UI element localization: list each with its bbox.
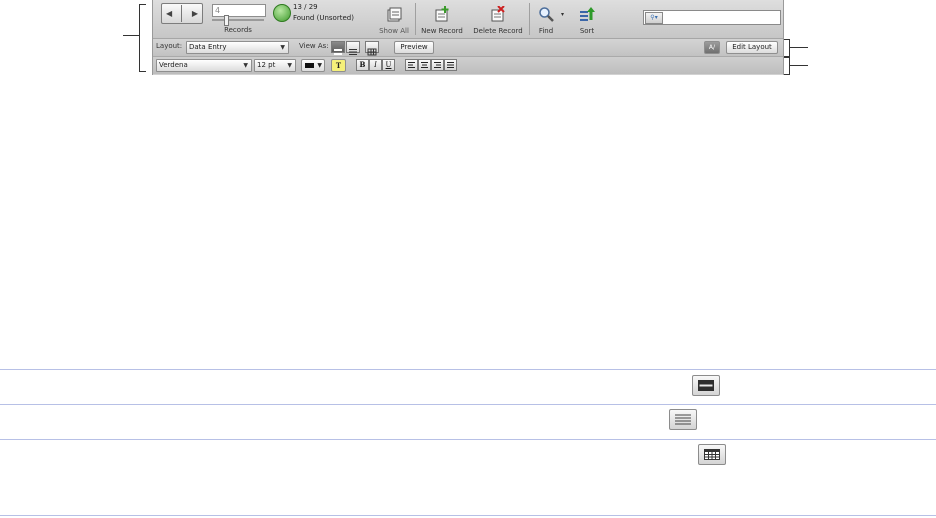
font-dropdown[interactable]: Verdena ▼: [156, 59, 252, 72]
quick-find-field[interactable]: ⚲▾: [643, 10, 781, 25]
sort-button[interactable]: Sort: [575, 4, 599, 36]
callout-line-formatting-bar: [790, 65, 808, 66]
view-as-list-button[interactable]: [346, 41, 360, 55]
align-center-button[interactable]: [418, 59, 431, 71]
sort-icon: [580, 7, 595, 21]
callout-line-left: [123, 35, 139, 36]
highlight-color-button[interactable]: T: [331, 59, 346, 72]
text-color-swatch: [305, 63, 314, 68]
table-rule: [0, 404, 936, 405]
text-ruler-icon[interactable]: A/: [704, 41, 720, 54]
sort-label: Sort: [579, 27, 595, 35]
chevron-down-icon: ▼: [243, 62, 248, 69]
view-as-table-button[interactable]: [365, 41, 379, 56]
show-all-button[interactable]: Show All: [379, 4, 409, 36]
callout-bracket-left: [139, 4, 146, 72]
new-record-label: New Record: [421, 27, 463, 35]
table-view-icon: [367, 48, 377, 56]
found-count: 13 / 29: [293, 3, 318, 11]
new-record-button[interactable]: New Record: [419, 4, 465, 36]
layout-selected-value: Data Entry: [189, 43, 227, 51]
toolbar-separator: [415, 3, 416, 35]
quick-find-search-icon[interactable]: ⚲▾: [645, 12, 663, 24]
magnifier-icon: [539, 7, 554, 22]
text-color-picker[interactable]: ▼: [301, 59, 325, 72]
form-view-icon: [692, 375, 720, 396]
font-size-value: 12 pt: [257, 61, 276, 69]
align-left-button[interactable]: [405, 59, 418, 71]
filemaker-toolbar: ◀ ▶ 4 Records 13 / 29 Found (Unsorted) S…: [152, 0, 784, 75]
underline-button[interactable]: U: [382, 59, 395, 71]
current-record-field[interactable]: 4: [212, 4, 266, 17]
italic-button[interactable]: I: [369, 59, 382, 71]
table-rule: [0, 369, 936, 370]
find-button[interactable]: Find: [535, 4, 557, 36]
preview-button[interactable]: Preview: [394, 41, 434, 54]
align-center-icon: [421, 62, 428, 68]
chevron-down-icon: ▼: [287, 62, 292, 69]
show-all-label: Show All: [379, 27, 409, 35]
delete-record-button[interactable]: Delete Record: [471, 4, 525, 36]
delete-record-icon: [491, 6, 505, 22]
status-toolbar: ◀ ▶ 4 Records 13 / 29 Found (Unsorted) S…: [153, 0, 783, 39]
show-all-icon: [387, 7, 402, 22]
table-view-icon: [698, 444, 726, 465]
layout-dropdown[interactable]: Data Entry ▼: [186, 41, 289, 54]
align-justify-icon: [447, 62, 454, 68]
callout-bracket-formatting-bar: [784, 57, 790, 75]
chevron-down-icon: ▼: [317, 62, 322, 69]
align-justify-button[interactable]: [444, 59, 457, 71]
found-set-pie-icon: [273, 4, 291, 22]
align-right-button[interactable]: [431, 59, 444, 71]
found-status: Found (Unsorted): [293, 14, 354, 22]
edit-layout-button[interactable]: Edit Layout: [726, 41, 778, 54]
layout-bar: Layout: Data Entry ▼ View As: Preview A/…: [153, 39, 783, 57]
align-right-icon: [434, 62, 441, 68]
font-size-dropdown[interactable]: 12 pt ▼: [254, 59, 296, 72]
callout-line-layout-bar: [790, 47, 808, 48]
layout-label: Layout:: [156, 42, 183, 50]
font-value: Verdena: [159, 61, 188, 69]
book-spine: [181, 5, 182, 22]
callout-bracket-layout-bar: [784, 39, 790, 57]
formatting-bar: Verdena ▼ 12 pt ▼ ▼ T B I U: [153, 57, 783, 74]
view-as-form-button[interactable]: [331, 41, 345, 55]
list-view-icon: [669, 409, 697, 430]
toolbar-separator: [529, 3, 530, 35]
list-view-icon: [349, 49, 357, 55]
align-left-icon: [408, 62, 415, 68]
book-navigator[interactable]: ◀ ▶: [161, 3, 203, 24]
find-label: Find: [538, 27, 554, 35]
record-slider-handle[interactable]: [224, 15, 229, 26]
view-as-label: View As:: [299, 42, 329, 50]
record-slider[interactable]: [212, 19, 264, 21]
chevron-down-icon: ▼: [280, 44, 285, 51]
bold-button[interactable]: B: [356, 59, 369, 71]
find-menu-chevron-icon[interactable]: ▾: [561, 11, 564, 18]
previous-record-icon[interactable]: ◀: [166, 4, 172, 23]
delete-record-label: Delete Record: [473, 27, 523, 35]
form-view-icon: [334, 49, 342, 55]
table-rule: [0, 439, 936, 440]
next-record-icon[interactable]: ▶: [192, 4, 198, 23]
records-label: Records: [224, 26, 252, 34]
table-rule: [0, 515, 936, 516]
new-record-icon: [435, 6, 449, 22]
